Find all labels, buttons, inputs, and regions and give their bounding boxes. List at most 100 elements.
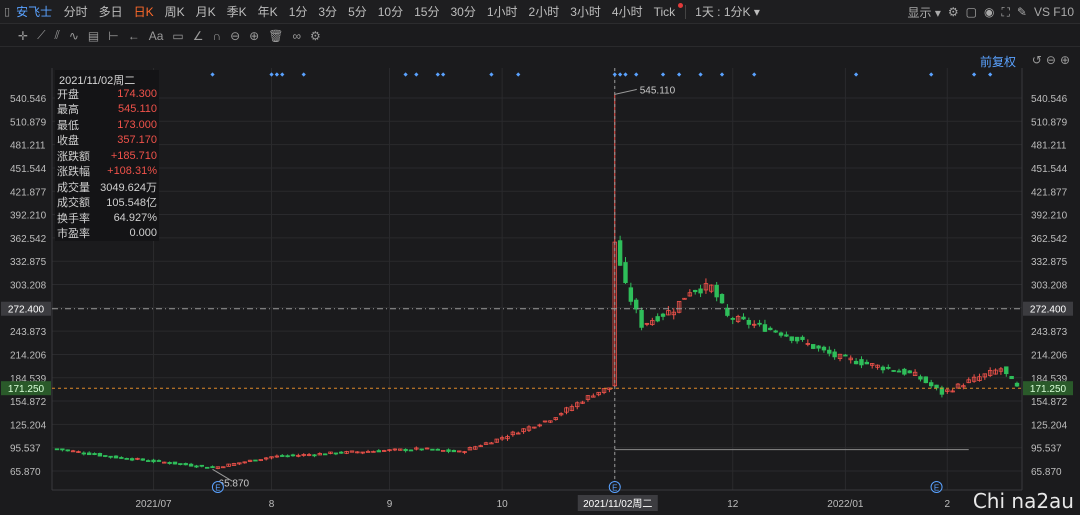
y-tick-label-right: 451.544 — [1031, 164, 1068, 175]
candle-body — [853, 360, 859, 365]
candle-body — [617, 240, 623, 266]
info-label: 涨跌幅 — [57, 166, 90, 179]
last-price-label-left: 171.250 — [8, 384, 45, 395]
candle-body — [741, 316, 746, 320]
x-tick-label: 2 — [944, 499, 950, 510]
candle-body — [773, 330, 778, 333]
candle-body — [103, 455, 108, 457]
candle-body — [489, 442, 494, 445]
info-value: +108.31% — [107, 165, 157, 178]
candle-body — [183, 463, 188, 466]
y-tick-label-left: 540.546 — [10, 94, 47, 105]
info-value: 64.927% — [113, 211, 157, 224]
y-tick-label-left: 332.875 — [10, 257, 47, 268]
candle-body — [167, 462, 172, 464]
candlestick-chart[interactable]: 65.870 65.870 95.537 95.537 125.204 125.204 15… — [0, 0, 1080, 515]
candle-body — [800, 336, 805, 340]
top-marker-dot — [414, 72, 419, 77]
y-tick-label-right: 303.208 — [1031, 281, 1068, 292]
y-tick-label-left: 243.873 — [10, 327, 47, 338]
candle-body — [843, 354, 848, 357]
hline-label-right: 272.400 — [1030, 305, 1067, 316]
top-marker-dot — [618, 72, 623, 77]
info-row: 涨跌幅 +108.31% — [55, 164, 159, 180]
top-marker-dot — [280, 72, 285, 77]
candle-body — [440, 449, 446, 452]
info-row: 市盈率 0.000 — [55, 226, 159, 242]
top-marker-dot — [634, 72, 639, 77]
candle-body — [290, 454, 296, 457]
y-tick-label-right: 392.210 — [1031, 211, 1068, 222]
info-row: 开盘 174.300 — [55, 86, 159, 102]
candle-body — [768, 327, 773, 331]
candle-body — [730, 318, 735, 320]
candle-body — [280, 455, 285, 457]
candle-body — [902, 368, 907, 375]
info-value: +185.710 — [110, 149, 157, 162]
candle-body — [934, 384, 939, 389]
candle-body — [811, 344, 816, 349]
info-label: 涨跌额 — [57, 150, 90, 163]
candle-body — [794, 336, 800, 342]
candle-body — [628, 287, 634, 302]
candle-body — [446, 449, 451, 452]
y-tick-label-right: 510.879 — [1031, 117, 1068, 128]
candle-body — [928, 382, 934, 387]
candle-body — [880, 366, 886, 371]
candle-body — [365, 451, 371, 453]
candle-body — [204, 466, 210, 469]
y-tick-label-right: 332.875 — [1031, 257, 1068, 268]
top-marker-dot — [660, 72, 666, 77]
info-value: 357.170 — [117, 134, 157, 147]
candle-body — [784, 334, 789, 337]
top-marker-dot — [489, 72, 494, 77]
top-marker-dot — [435, 72, 440, 77]
y-tick-label-right: 154.872 — [1031, 397, 1068, 408]
info-row: 成交量 3049.624万 — [55, 179, 159, 195]
y-tick-label-left: 65.870 — [10, 467, 41, 478]
candle-body — [124, 457, 129, 460]
info-row: 换手率 64.927% — [55, 210, 159, 226]
candle-body — [97, 453, 103, 457]
top-marker-dot — [516, 72, 521, 77]
info-label: 成交量 — [57, 181, 90, 194]
candle-body — [312, 454, 317, 457]
top-marker-dot — [752, 72, 757, 77]
x-tick-label: 8 — [269, 499, 275, 510]
candle-body — [113, 455, 119, 459]
y-tick-label-left: 95.537 — [10, 444, 41, 455]
event-marker-letter: E — [215, 484, 220, 493]
candle-body — [1014, 382, 1020, 387]
candle-body — [896, 370, 902, 373]
candle-body — [1009, 375, 1014, 380]
candle-body — [172, 461, 178, 465]
y-tick-label-right: 214.206 — [1031, 350, 1068, 361]
candle-body — [333, 452, 339, 455]
candle-body — [693, 289, 698, 293]
last-price-label-right: 171.250 — [1030, 384, 1067, 395]
watermark: Chi na2au — [972, 489, 1074, 513]
max-pointer — [614, 88, 637, 95]
candle-body — [746, 319, 752, 325]
candle-body — [1004, 366, 1009, 375]
info-row: 最低 173.000 — [55, 117, 159, 133]
candle-body — [86, 452, 92, 456]
max-price-label: 545.110 — [640, 85, 676, 96]
candle-body — [634, 299, 639, 310]
top-marker-dot — [623, 72, 628, 77]
y-tick-label-right: 540.546 — [1031, 94, 1068, 105]
top-marker-dot — [301, 72, 306, 77]
top-marker-dot — [441, 72, 446, 77]
info-value: 105.548亿 — [106, 197, 157, 210]
candle-body — [757, 322, 762, 325]
candle-body — [253, 459, 258, 462]
y-tick-label-left: 392.210 — [10, 211, 47, 222]
candle-body — [918, 376, 923, 380]
ohlc-info-panel: 2021/11/02周二 开盘 174.300 最高 545.110 最低 173.000… — [55, 70, 159, 241]
candle-body — [778, 332, 784, 336]
candle-body — [821, 346, 827, 351]
candle-body — [419, 448, 424, 451]
candle-body — [339, 451, 344, 454]
candle-body — [178, 463, 183, 465]
candle-body — [719, 294, 725, 304]
